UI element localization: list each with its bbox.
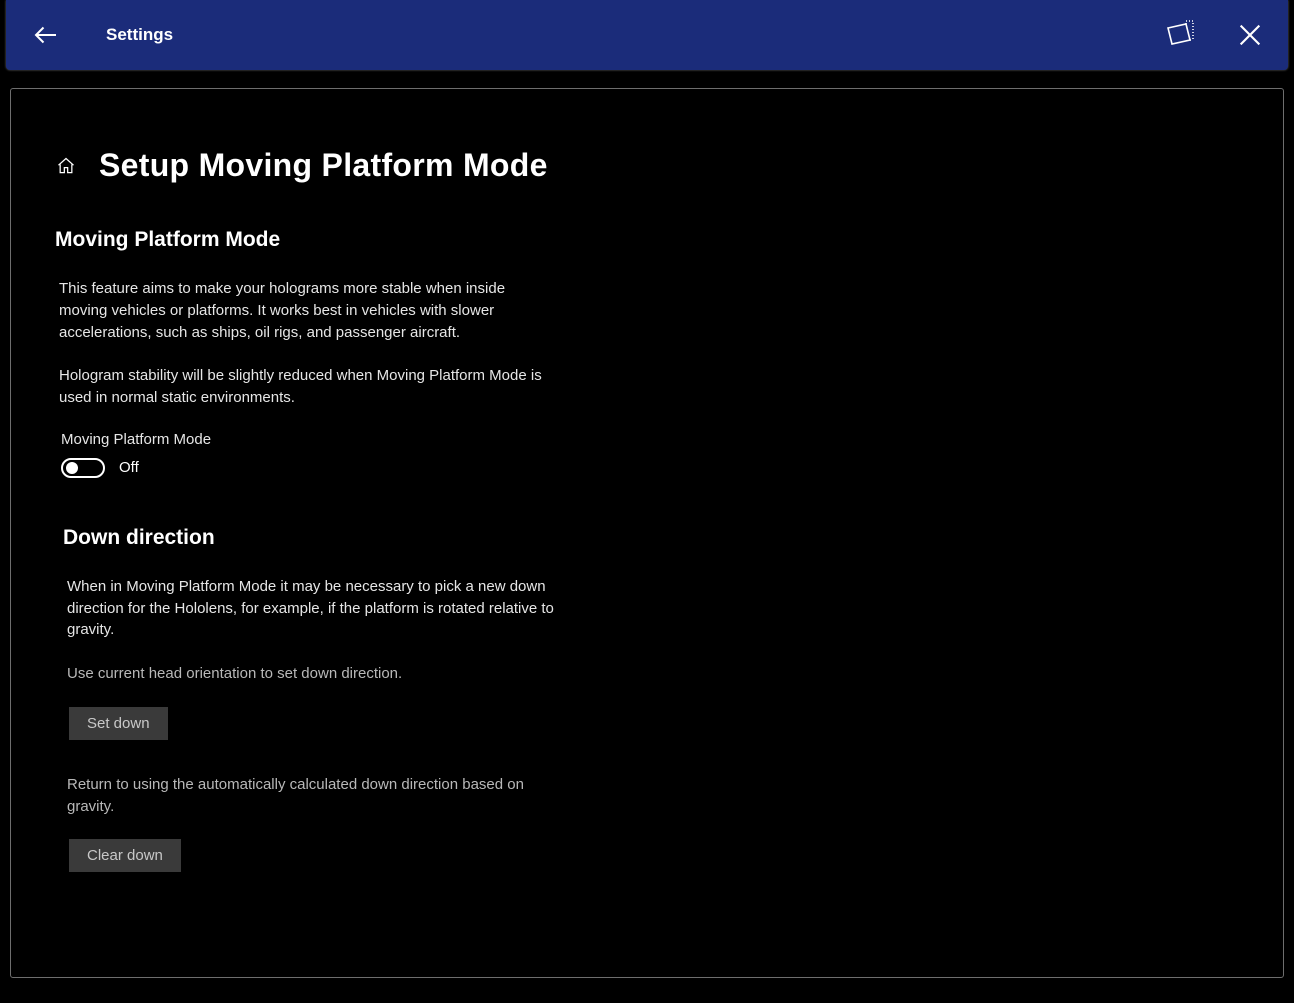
down-description-2: Use current head orientation to set down… bbox=[67, 663, 557, 685]
app-title: Settings bbox=[106, 25, 173, 45]
title-bar: Settings bbox=[6, 0, 1288, 70]
back-button[interactable] bbox=[24, 13, 68, 57]
page-title: Setup Moving Platform Mode bbox=[99, 147, 548, 184]
section-heading-mpm: Moving Platform Mode bbox=[55, 228, 1239, 252]
mpm-toggle-label: Moving Platform Mode bbox=[61, 431, 1239, 448]
mpm-description-1: This feature aims to make your holograms… bbox=[59, 278, 554, 343]
mpm-description-2: Hologram stability will be slightly redu… bbox=[59, 365, 554, 409]
arrow-left-icon bbox=[31, 20, 61, 50]
set-down-button[interactable]: Set down bbox=[69, 707, 168, 740]
window-rect-icon bbox=[1162, 19, 1194, 51]
follow-me-button[interactable] bbox=[1160, 17, 1196, 53]
toggle-knob bbox=[66, 462, 78, 474]
down-description-3: Return to using the automatically calcul… bbox=[67, 774, 557, 818]
down-description-1: When in Moving Platform Mode it may be n… bbox=[67, 576, 557, 641]
mpm-toggle[interactable] bbox=[61, 458, 105, 478]
content-frame: Setup Moving Platform Mode Moving Platfo… bbox=[10, 88, 1284, 978]
home-icon bbox=[56, 156, 76, 176]
page-title-row: Setup Moving Platform Mode bbox=[55, 147, 1239, 184]
mpm-toggle-row: Off bbox=[61, 458, 1239, 478]
title-bar-actions bbox=[1160, 17, 1268, 53]
close-icon bbox=[1234, 19, 1266, 51]
mpm-toggle-state: Off bbox=[119, 459, 139, 476]
home-button[interactable] bbox=[55, 155, 77, 177]
section-down-direction: Down direction When in Moving Platform M… bbox=[55, 526, 1239, 873]
section-moving-platform: Moving Platform Mode This feature aims t… bbox=[55, 228, 1239, 478]
close-button[interactable] bbox=[1232, 17, 1268, 53]
section-heading-down: Down direction bbox=[63, 526, 1239, 550]
clear-down-button[interactable]: Clear down bbox=[69, 839, 181, 872]
